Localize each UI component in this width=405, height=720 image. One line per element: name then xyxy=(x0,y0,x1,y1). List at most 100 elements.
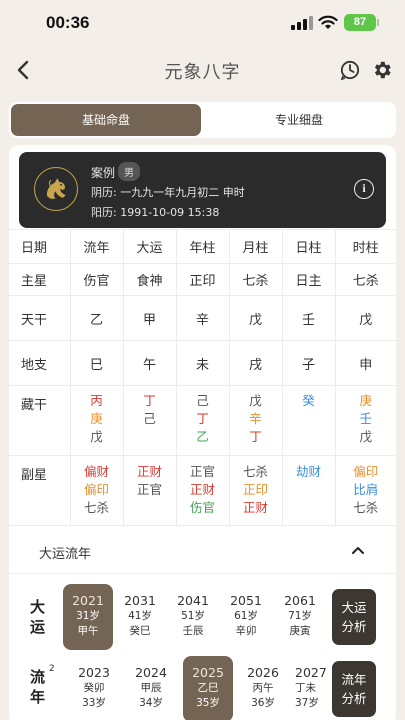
dayun-item[interactable]: 2061 71岁 庚寅 xyxy=(275,593,325,639)
button-line: 分析 xyxy=(341,619,367,634)
dayun-section-header[interactable]: 大运流年 xyxy=(9,530,396,574)
fuxing-item: 偏财 xyxy=(83,464,109,479)
liunian-ganzhi: 甲辰 xyxy=(140,682,162,694)
label-char: 年 xyxy=(30,688,46,706)
header-year-pillar: 年柱 xyxy=(175,229,230,264)
canggan-item: 戊 xyxy=(90,429,103,444)
segmented-tabs: 基础命盘 专业细盘 xyxy=(9,102,396,138)
dizhi-cell: 子 xyxy=(281,340,336,386)
liunian-item[interactable]: 2023 癸卯 33岁 xyxy=(69,665,119,711)
row-label: 主星 xyxy=(9,263,71,296)
profile-header: 案例 男 阴历: 一九九一年九月初二 申时 阳历: 1991-10-09 15:… xyxy=(19,152,386,228)
canggan-cell: 丙 庚 戊 xyxy=(69,385,124,456)
liunian-year: 2026 xyxy=(247,665,279,680)
fuxing-item: 偏印 xyxy=(353,464,379,479)
dizhi-cell: 申 xyxy=(334,340,396,386)
dayun-year: 2061 xyxy=(284,593,316,608)
bazi-table: 日期 流年 大运 年柱 月柱 日柱 时柱 主星 伤官 食神 正印 七杀 日主 七… xyxy=(9,229,396,526)
fuxing-item: 劫财 xyxy=(295,464,321,479)
dizhi-cell: 未 xyxy=(175,340,230,386)
gear-icon[interactable] xyxy=(371,59,393,81)
main-star-cell: 食神 xyxy=(122,263,177,296)
canggan-item: 庚 xyxy=(90,411,103,426)
tiangan-cell: 辛 xyxy=(175,295,230,341)
status-time: 00:36 xyxy=(46,13,90,32)
header-day-pillar: 日柱 xyxy=(281,229,336,264)
liunian-age: 34岁 xyxy=(139,697,163,709)
liunian-item[interactable]: 2024 甲辰 34岁 xyxy=(126,665,176,711)
dayun-analysis-button[interactable]: 大运 分析 xyxy=(332,589,376,645)
liunian-age: 33岁 xyxy=(82,697,106,709)
canggan-item: 丙 xyxy=(90,393,103,408)
row-label: 副星 xyxy=(9,455,71,526)
table-header-row: 日期 流年 大运 年柱 月柱 日柱 时柱 xyxy=(9,229,396,264)
tiangan-cell: 戊 xyxy=(334,295,396,341)
dayun-age: 51岁 xyxy=(181,610,205,622)
fuxing-item: 正印 xyxy=(242,482,268,497)
dayun-ganzhi: 癸巳 xyxy=(129,625,151,637)
fuxing-item: 七杀 xyxy=(242,464,268,479)
label-char: 大 xyxy=(30,598,46,616)
dayun-ganzhi: 辛卯 xyxy=(235,625,257,637)
header-dayun: 大运 xyxy=(122,229,177,264)
fuxing-cell: 正财 正官 xyxy=(122,455,177,526)
dayun-age: 41岁 xyxy=(128,610,152,622)
dayun-age: 31岁 xyxy=(76,610,100,622)
dayun-ganzhi: 甲午 xyxy=(77,625,99,637)
chevron-up-icon[interactable] xyxy=(351,545,365,555)
liunian-analysis-button[interactable]: 流年 分析 xyxy=(332,661,376,717)
wifi-icon xyxy=(318,15,338,29)
liunian-superscript: 2 xyxy=(49,664,55,674)
header-month-pillar: 月柱 xyxy=(228,229,283,264)
main-star-cell: 伤官 xyxy=(69,263,124,296)
dizhi-cell: 巳 xyxy=(69,340,124,386)
info-icon[interactable]: i xyxy=(354,179,374,199)
dizhi-cell: 戌 xyxy=(228,340,283,386)
tab-basic-chart[interactable]: 基础命盘 xyxy=(11,104,201,136)
divider xyxy=(9,573,396,574)
tab-professional-chart[interactable]: 专业细盘 xyxy=(204,104,394,136)
dayun-age: 71岁 xyxy=(288,610,312,622)
canggan-cell: 戊 辛 丁 xyxy=(228,385,283,456)
dizhi-cell: 午 xyxy=(122,340,177,386)
button-line: 流年 xyxy=(341,672,367,687)
button-line: 大运 xyxy=(341,600,367,615)
liunian-ganzhi: 癸卯 xyxy=(83,682,105,694)
canggan-item: 癸 xyxy=(302,393,315,408)
main-star-cell: 七杀 xyxy=(334,263,396,296)
fuxing-cell: 七杀 正印 正财 xyxy=(228,455,283,526)
canggan-item: 丁 xyxy=(249,429,262,444)
section-title: 大运流年 xyxy=(39,547,92,562)
fuxing-cell: 偏印 比肩 七杀 xyxy=(334,455,396,526)
dayun-item[interactable]: 2021 31岁 甲午 xyxy=(63,584,113,650)
main-star-cell: 七杀 xyxy=(228,263,283,296)
liunian-ganzhi: 乙巳 xyxy=(197,682,219,694)
tiangan-row: 天干 乙 甲 辛 戊 壬 戊 xyxy=(9,295,396,341)
tiangan-cell: 乙 xyxy=(69,295,124,341)
dayun-item[interactable]: 2031 41岁 癸巳 xyxy=(115,593,165,639)
row-label: 藏干 xyxy=(9,385,71,456)
bazi-card: 案例 男 阴历: 一九九一年九月初二 申时 阳历: 1991-10-09 15:… xyxy=(9,145,396,720)
canggan-item: 戊 xyxy=(249,393,262,408)
fuxing-item: 正财 xyxy=(136,464,162,479)
liunian-age: 36岁 xyxy=(251,697,275,709)
dayun-year: 2031 xyxy=(124,593,156,608)
canggan-row: 藏干 丙 庚 戊 丁 己 己 丁 乙 戊 辛 丁 癸 庚 壬 戊 xyxy=(9,385,396,456)
fuxing-item: 七杀 xyxy=(83,500,109,515)
dayun-item[interactable]: 2041 51岁 壬辰 xyxy=(168,593,218,639)
liunian-ganzhi: 丙午 xyxy=(252,682,274,694)
status-bar: 00:36 87 xyxy=(0,0,405,48)
liunian-item[interactable]: 2025 乙巳 35岁 xyxy=(183,656,233,720)
dayun-year: 2021 xyxy=(72,593,104,608)
liunian-year: 2025 xyxy=(192,665,224,680)
liunian-item[interactable]: 2026 丙午 36岁 xyxy=(238,665,288,711)
battery-icon: 87 xyxy=(344,14,379,31)
nav-bar: 元象八字 xyxy=(0,48,405,94)
dayun-item[interactable]: 2051 61岁 辛卯 xyxy=(221,593,271,639)
history-clock-icon[interactable] xyxy=(340,60,360,80)
dayun-age: 61岁 xyxy=(234,610,258,622)
canggan-item: 乙 xyxy=(196,429,209,444)
fuxing-item: 伤官 xyxy=(189,500,215,515)
liunian-age: 35岁 xyxy=(196,697,220,709)
dizhi-row: 地支 巳 午 未 戌 子 申 xyxy=(9,340,396,386)
